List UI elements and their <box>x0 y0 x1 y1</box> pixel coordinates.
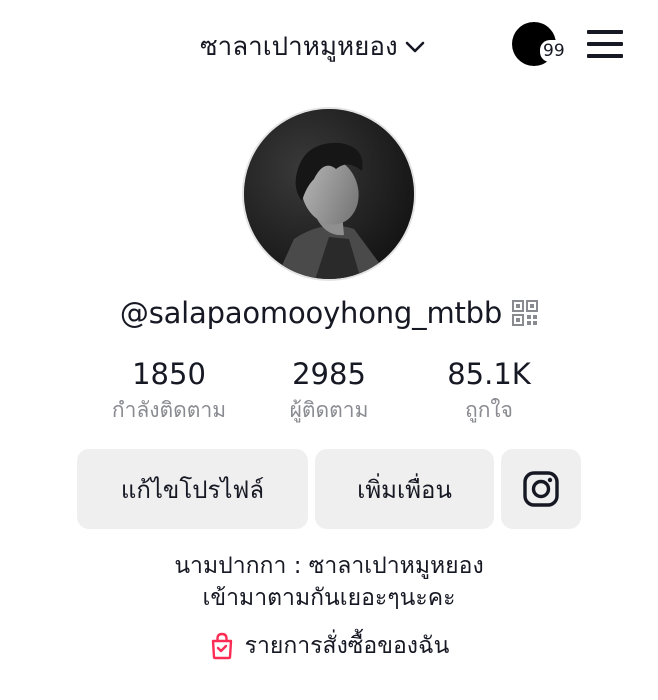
following-count: 1850 <box>132 357 206 391</box>
my-orders-label: รายการสั่งซื้อของฉัน <box>244 633 450 659</box>
username: @salapaomooyhong_mtbb <box>119 296 503 330</box>
instagram-button[interactable] <box>501 449 581 529</box>
bio-line-2: เข้ามาตามกันเยอะๆนะคะ <box>202 585 456 611</box>
account-title: ซาลาเปาหมูหยอง <box>200 32 398 62</box>
my-orders-link[interactable]: รายการสั่งซื้อของฉัน <box>0 628 658 664</box>
shopping-bag-icon <box>211 632 232 660</box>
likes-stat[interactable]: 85.1K ถูกใจ <box>404 355 574 427</box>
bio: นามปากกา : ซาลาเปาหมูหยอง เข้ามาตามกันเย… <box>0 550 658 614</box>
edit-profile-label: แก้ไขโปรไฟล์ <box>120 475 265 504</box>
top-bar: ซาลาเปาหมูหยอง 99 <box>0 0 658 90</box>
account-switcher[interactable]: ซาลาเปาหมูหยอง <box>200 26 426 67</box>
notification-badge: 99 <box>540 40 568 62</box>
qr-code-icon[interactable] <box>512 300 539 326</box>
profile-picture[interactable] <box>242 107 416 281</box>
followers-stat[interactable]: 2985 ผู้ติดตาม <box>244 355 414 427</box>
followers-label: ผู้ติดตาม <box>289 398 369 422</box>
username-row: @salapaomooyhong_mtbb <box>0 296 658 330</box>
add-friend-button[interactable]: เพิ่มเพื่อน <box>315 449 494 529</box>
followers-count: 2985 <box>292 357 366 391</box>
likes-label: ถูกใจ <box>465 398 513 422</box>
profile-stats: 1850 กำลังติดตาม 2985 ผู้ติดตาม 85.1K ถู… <box>0 355 658 435</box>
chevron-down-icon <box>405 41 425 52</box>
likes-count: 85.1K <box>447 357 531 391</box>
edit-profile-button[interactable]: แก้ไขโปรไฟล์ <box>77 449 308 529</box>
following-label: กำลังติดตาม <box>111 398 227 422</box>
add-friend-label: เพิ่มเพื่อน <box>357 475 452 504</box>
following-stat[interactable]: 1850 กำลังติดตาม <box>84 355 254 427</box>
profile-photo <box>244 109 414 279</box>
instagram-icon <box>523 471 559 507</box>
hamburger-menu-icon[interactable] <box>587 30 625 60</box>
bio-line-1: นามปากกา : ซาลาเปาหมูหยอง <box>174 553 484 579</box>
notification-avatar[interactable]: 99 <box>510 22 568 68</box>
